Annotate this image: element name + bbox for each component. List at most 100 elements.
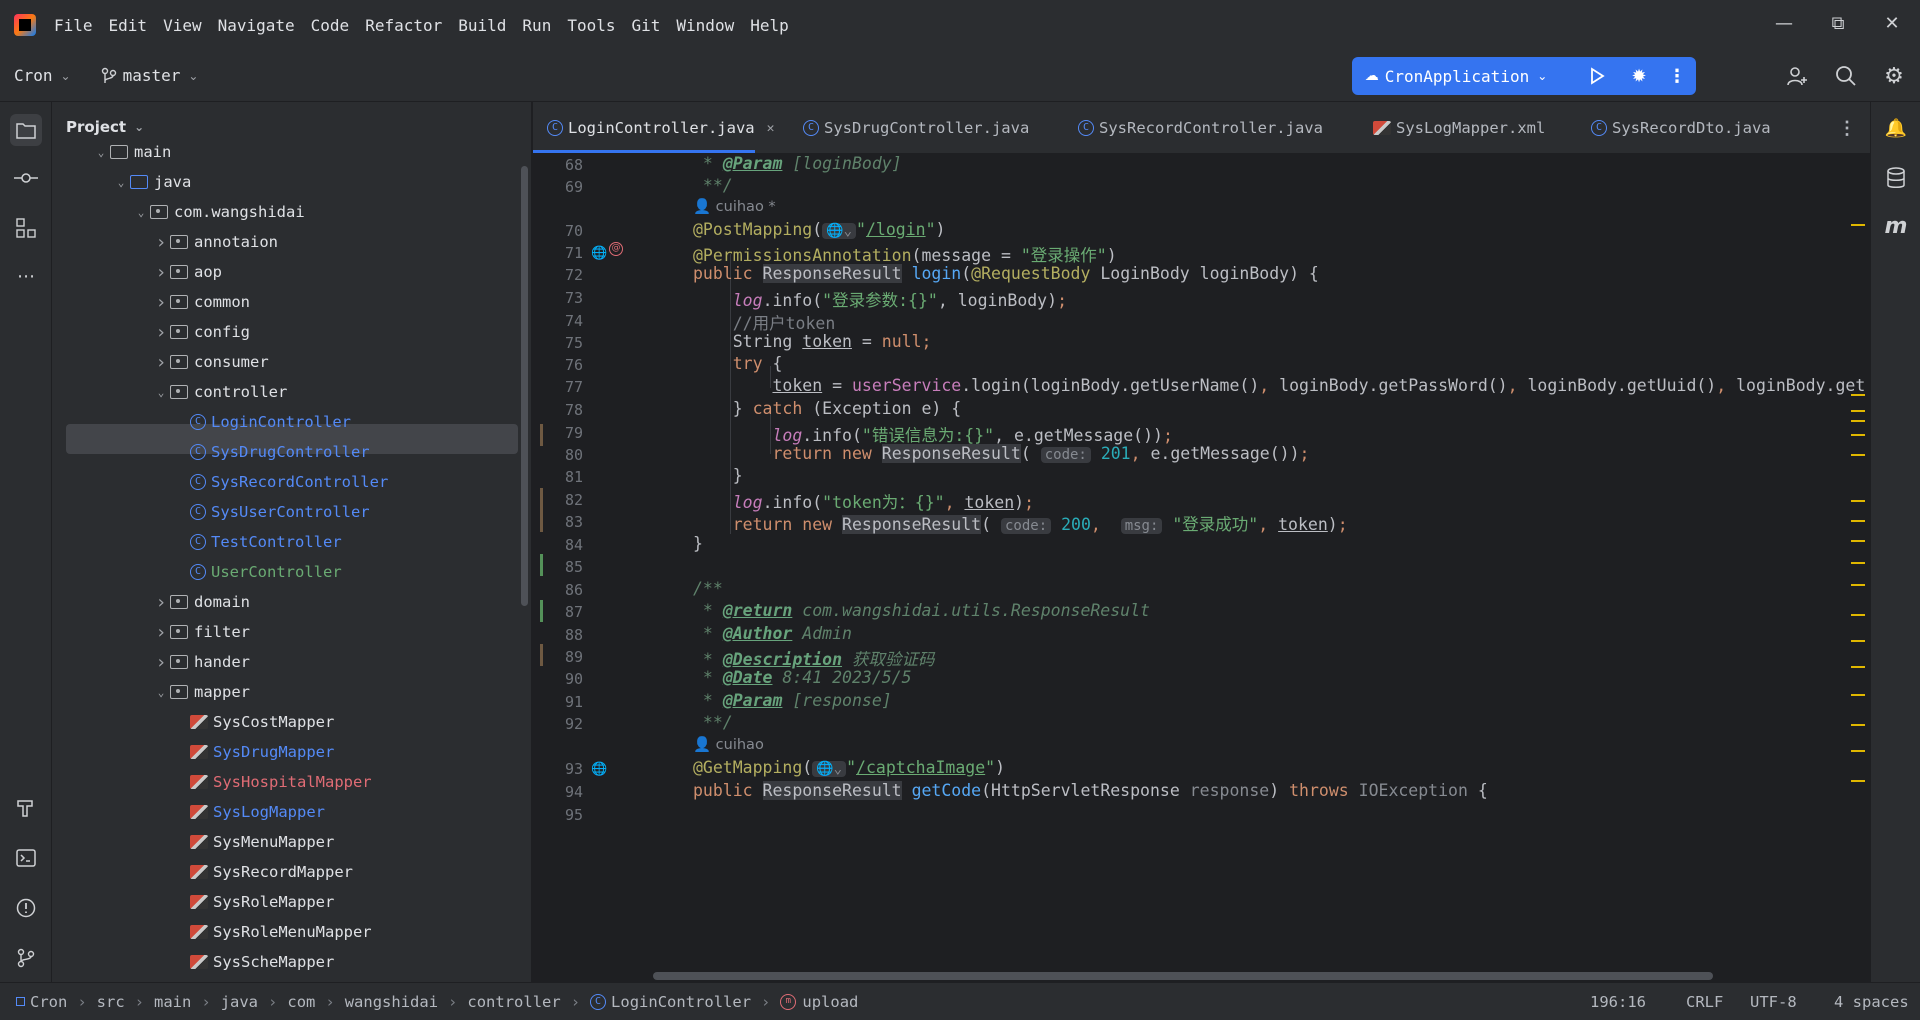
tree-item-common[interactable]: › common (152, 288, 250, 316)
tree-scrollbar[interactable] (521, 166, 528, 606)
code-editor[interactable]: 68 69 70 71 72 73 74 75 76 77 78 79 80 81 82 83 84 85 86 87… (533, 154, 1870, 982)
chevron-down-icon[interactable]: ⌄ (112, 176, 130, 189)
line-number[interactable]: 84 (533, 536, 583, 554)
chevron-right-icon[interactable]: › (152, 292, 170, 313)
commit-tool-button[interactable] (12, 164, 40, 192)
tree-item-syslogmapper[interactable]: SysLogMapper (172, 798, 325, 826)
tree-item-sysdrugcontroller[interactable]: C SysDrugController (172, 438, 370, 466)
line-number[interactable]: 75 (533, 334, 583, 352)
tree-item-filter[interactable]: › filter (152, 618, 250, 646)
line-number[interactable]: 94 (533, 783, 583, 801)
breadcrumb-item[interactable]: com (287, 993, 315, 1011)
menu-help[interactable]: Help (750, 16, 789, 35)
chevron-down-icon[interactable]: ⌄ (152, 686, 170, 699)
line-number[interactable]: 73 (533, 289, 583, 307)
tree-item-testcontroller[interactable]: C TestController (172, 528, 342, 556)
tab-sysrecorddto[interactable]: C SysRecordDto.java (1591, 102, 1771, 154)
minimize-icon[interactable]: — (1772, 12, 1796, 36)
tab-more-button[interactable]: ⋮ (1838, 102, 1856, 154)
maven-tool-button[interactable]: m (1882, 212, 1910, 240)
breadcrumb-item[interactable]: LoginController (611, 993, 751, 1011)
git-tool-button[interactable] (12, 944, 40, 972)
tree-item-main[interactable]: ⌄ main (92, 138, 172, 166)
settings-button[interactable]: ⚙ (1880, 62, 1908, 90)
menu-window[interactable]: Window (676, 16, 734, 35)
line-number[interactable]: 68 (533, 156, 583, 174)
breadcrumb-item[interactable]: controller (467, 993, 560, 1011)
tree-item-aop[interactable]: › aop (152, 258, 222, 286)
breadcrumb-item[interactable]: src (97, 993, 125, 1011)
line-number[interactable]: 77 (533, 378, 583, 396)
line-number[interactable]: 92 (533, 715, 583, 733)
terminal-tool-button[interactable] (12, 844, 40, 872)
line-number[interactable]: 88 (533, 626, 583, 644)
problems-tool-button[interactable] (12, 894, 40, 922)
menu-tools[interactable]: Tools (567, 16, 615, 35)
menu-navigate[interactable]: Navigate (218, 16, 295, 35)
chevron-right-icon[interactable]: › (152, 262, 170, 283)
line-number[interactable]: 69 (533, 178, 583, 196)
tree-item-mapper[interactable]: ⌄ mapper (152, 678, 250, 706)
chevron-down-icon[interactable]: ⌄ (132, 206, 150, 219)
menu-run[interactable]: Run (522, 16, 551, 35)
line-number[interactable]: 90 (533, 670, 583, 688)
tab-sysdrugcontroller[interactable]: C SysDrugController.java (803, 102, 1029, 154)
line-separator[interactable]: CRLF (1686, 993, 1723, 1011)
tree-item-com-wangshidai[interactable]: ⌄ com.wangshidai (132, 198, 305, 226)
annotation-marker-icon[interactable]: @ (609, 242, 623, 256)
line-number[interactable]: 71 (533, 244, 583, 262)
line-number[interactable]: 76 (533, 356, 583, 374)
project-tool-button[interactable] (10, 114, 42, 146)
menu-build[interactable]: Build (458, 16, 506, 35)
tree-item-annotaion[interactable]: › annotaion (152, 228, 278, 256)
breadcrumb-item[interactable]: upload (802, 993, 858, 1011)
line-number[interactable]: 72 (533, 266, 583, 284)
tree-item-sysrolemapper[interactable]: SysRoleMapper (172, 888, 334, 916)
tab-sysrecordcontroller[interactable]: C SysRecordController.java (1078, 102, 1323, 154)
menu-view[interactable]: View (163, 16, 202, 35)
breadcrumb-item[interactable]: main (154, 993, 191, 1011)
line-number[interactable]: 78 (533, 401, 583, 419)
line-number[interactable]: 74 (533, 312, 583, 330)
tree-item-domain[interactable]: › domain (152, 588, 250, 616)
tree-item-hander[interactable]: › hander (152, 648, 250, 676)
more-tools-button[interactable]: ⋯ (12, 262, 40, 290)
code-with-me-button[interactable] (1783, 62, 1811, 90)
menu-edit[interactable]: Edit (109, 16, 148, 35)
run-button[interactable] (1582, 57, 1612, 95)
chevron-right-icon[interactable]: › (152, 322, 170, 343)
line-number[interactable]: 70 (533, 222, 583, 240)
restore-icon[interactable]: ⧉ (1826, 12, 1850, 36)
line-number[interactable]: 91 (533, 693, 583, 711)
tree-item-controller[interactable]: ⌄ controller (152, 378, 288, 406)
tree-item-logincontroller[interactable]: C LoginController (172, 408, 351, 436)
search-button[interactable] (1832, 62, 1860, 90)
tree-item-java[interactable]: ⌄ java (112, 168, 192, 196)
horizontal-scrollbar[interactable] (653, 972, 1713, 980)
code-author-hint[interactable]: 👤 cuihao (693, 736, 764, 753)
tree-item-sysdrugmapper[interactable]: SysDrugMapper (172, 738, 334, 766)
tree-item-sysrolemenumapper[interactable]: SysRoleMenuMapper (172, 918, 372, 946)
tree-item-sysmenumapper[interactable]: SysMenuMapper (172, 828, 334, 856)
menu-file[interactable]: File (54, 16, 93, 35)
build-tool-button[interactable] (12, 794, 40, 822)
intellij-logo-icon[interactable] (14, 14, 36, 36)
chevron-right-icon[interactable]: › (152, 352, 170, 373)
tree-item-config[interactable]: › config (152, 318, 250, 346)
branch-selector[interactable]: master ⌄ (101, 66, 198, 85)
structure-tool-button[interactable] (12, 214, 40, 242)
line-number[interactable]: 86 (533, 581, 583, 599)
tree-item-sysusercontroller[interactable]: C SysUserController (172, 498, 370, 526)
chevron-right-icon[interactable]: › (152, 622, 170, 643)
line-number[interactable]: 95 (533, 806, 583, 824)
tab-syslogmapper[interactable]: SysLogMapper.xml (1373, 102, 1545, 154)
tree-item-sysschemapper[interactable]: SysScheMapper (172, 948, 334, 976)
project-selector[interactable]: Cron ⌄ (14, 66, 71, 85)
tree-item-sysrecordmapper[interactable]: SysRecordMapper (172, 858, 353, 886)
more-actions-button[interactable]: ⋮ (1664, 57, 1690, 95)
run-config-selector[interactable]: ☁ CronApplication ⌄ (1352, 57, 1560, 95)
tab-logincontroller[interactable]: C LoginController.java ✕ (547, 102, 774, 154)
chevron-down-icon[interactable]: ⌄ (92, 146, 110, 159)
breadcrumb-item[interactable]: Cron (30, 993, 67, 1011)
chevron-down-icon[interactable]: ⌄ (152, 386, 170, 399)
